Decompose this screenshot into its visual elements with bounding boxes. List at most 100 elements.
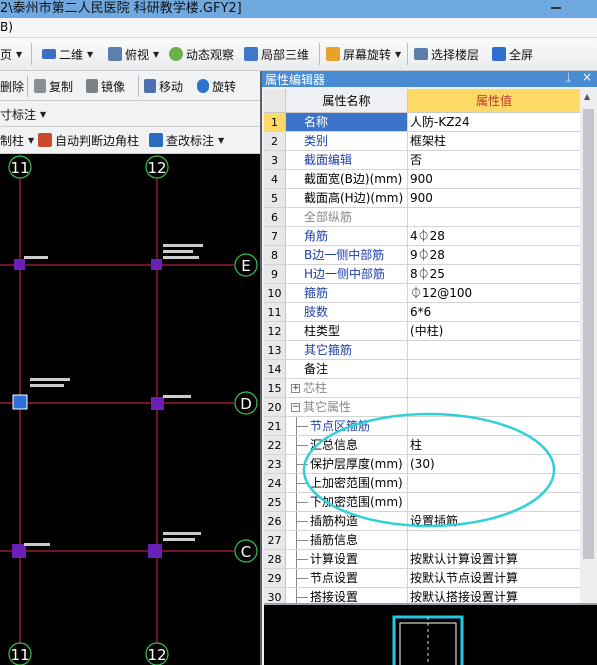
property-row[interactable]: 23 保护层厚度(mm) (30): [264, 455, 580, 474]
property-name[interactable]: 截面宽(B边)(mm): [286, 170, 408, 189]
column-button[interactable]: 制柱 ▼: [0, 129, 34, 151]
collapse-icon[interactable]: −: [291, 403, 300, 412]
annotate-button[interactable]: 寸标注 ▼: [0, 103, 46, 125]
copy-button[interactable]: 复制: [34, 75, 73, 97]
property-row[interactable]: 13 其它箍筋: [264, 341, 580, 360]
column-12-c[interactable]: [148, 544, 162, 558]
move-button[interactable]: 移动: [144, 75, 183, 97]
property-row[interactable]: 6 全部纵筋: [264, 208, 580, 227]
property-value[interactable]: [408, 208, 580, 227]
property-value[interactable]: 按默认节点设置计算: [408, 569, 580, 588]
local-3d-button[interactable]: 局部三维: [244, 43, 309, 65]
property-row[interactable]: 27 插筋信息: [264, 531, 580, 550]
property-name[interactable]: 截面编辑: [286, 151, 408, 170]
property-row[interactable]: 14 备注: [264, 360, 580, 379]
property-name[interactable]: 下加密范围(mm): [286, 493, 408, 512]
property-value[interactable]: 按默认计算设置计算: [408, 550, 580, 569]
expand-icon[interactable]: +: [291, 384, 300, 393]
minimize-button[interactable]: [538, 0, 576, 14]
property-value[interactable]: [408, 379, 580, 398]
property-name[interactable]: 角筋: [286, 227, 408, 246]
property-name[interactable]: 上加密范围(mm): [286, 474, 408, 493]
delete-button[interactable]: 删除: [0, 75, 24, 97]
top-view-button[interactable]: 俯视 ▼: [108, 43, 159, 65]
property-value[interactable]: 人防-KZ24: [408, 113, 580, 132]
dynamic-view-button[interactable]: 动态观察: [169, 43, 234, 65]
property-value[interactable]: [408, 531, 580, 550]
column-11-e[interactable]: [14, 259, 25, 270]
property-row[interactable]: 15 + 芯柱: [264, 379, 580, 398]
property-row[interactable]: 10 箍筋 ⏀12@100: [264, 284, 580, 303]
property-value[interactable]: [408, 493, 580, 512]
select-floor-button[interactable]: 选择楼层: [414, 43, 479, 65]
property-row[interactable]: 2 类别 框架柱: [264, 132, 580, 151]
view-2d-button[interactable]: 二维 ▼: [42, 43, 93, 65]
property-row[interactable]: 28 计算设置 按默认计算设置计算: [264, 550, 580, 569]
property-row[interactable]: 7 角筋 4⏀28: [264, 227, 580, 246]
property-name[interactable]: 汇总信息: [286, 436, 408, 455]
page-button[interactable]: 页 ▼: [0, 43, 22, 65]
vertical-scrollbar[interactable]: ▲ ▼: [580, 89, 597, 619]
property-value[interactable]: [408, 341, 580, 360]
scrollbar-thumb[interactable]: [583, 109, 594, 559]
auto-corner-button[interactable]: 自动判断边角柱: [38, 129, 139, 151]
property-value[interactable]: [408, 360, 580, 379]
property-name[interactable]: 箍筋: [286, 284, 408, 303]
property-name[interactable]: 保护层厚度(mm): [286, 455, 408, 474]
drawing-canvas[interactable]: 11 12 E D C 11 12: [0, 154, 260, 665]
property-name[interactable]: 全部纵筋: [286, 208, 408, 227]
property-value[interactable]: 6*6: [408, 303, 580, 322]
property-name[interactable]: H边一侧中部筋: [286, 265, 408, 284]
property-name[interactable]: 柱类型: [286, 322, 408, 341]
property-value[interactable]: [408, 398, 580, 417]
property-row[interactable]: 24 上加密范围(mm): [264, 474, 580, 493]
property-value[interactable]: 框架柱: [408, 132, 580, 151]
property-row[interactable]: 20− 其它属性: [264, 398, 580, 417]
property-row[interactable]: 8 B边一侧中部筋 9⏀28: [264, 246, 580, 265]
fullscreen-button[interactable]: 全屏: [492, 43, 533, 65]
property-name[interactable]: 备注: [286, 360, 408, 379]
mirror-button[interactable]: 镜像: [86, 75, 125, 97]
property-value[interactable]: [408, 417, 580, 436]
property-value[interactable]: 900: [408, 170, 580, 189]
column-header-name[interactable]: 属性名称: [286, 89, 408, 113]
property-name[interactable]: 其它箍筋: [286, 341, 408, 360]
pin-icon[interactable]: ᛣ: [565, 71, 572, 84]
property-name[interactable]: 计算设置: [286, 550, 408, 569]
screen-rotate-button[interactable]: 屏幕旋转 ▼: [326, 43, 401, 65]
property-name[interactable]: 插筋信息: [286, 531, 408, 550]
column-selected-kz24[interactable]: [12, 394, 28, 410]
property-value[interactable]: 9⏀28: [408, 246, 580, 265]
property-value[interactable]: 否: [408, 151, 580, 170]
property-name[interactable]: − 其它属性: [286, 398, 408, 417]
property-value[interactable]: 设置插筋: [408, 512, 580, 531]
property-name[interactable]: 截面高(H边)(mm): [286, 189, 408, 208]
property-name[interactable]: 插筋构造: [286, 512, 408, 531]
property-row[interactable]: 4 截面宽(B边)(mm) 900: [264, 170, 580, 189]
property-value[interactable]: (30): [408, 455, 580, 474]
property-name[interactable]: 类别: [286, 132, 408, 151]
property-name[interactable]: 肢数: [286, 303, 408, 322]
column-12-e[interactable]: [151, 259, 162, 270]
property-row[interactable]: 21 节点区箍筋: [264, 417, 580, 436]
property-row[interactable]: 25 下加密范围(mm): [264, 493, 580, 512]
property-name[interactable]: + 芯柱: [286, 379, 408, 398]
check-annot-button[interactable]: 查改标注 ▼: [149, 129, 224, 151]
property-name[interactable]: B边一侧中部筋: [286, 246, 408, 265]
property-value[interactable]: 900: [408, 189, 580, 208]
rotate-button[interactable]: 旋转: [197, 75, 236, 97]
property-row[interactable]: 11 肢数 6*6: [264, 303, 580, 322]
property-value[interactable]: [408, 474, 580, 493]
property-value[interactable]: ⏀12@100: [408, 284, 580, 303]
property-value[interactable]: 柱: [408, 436, 580, 455]
property-row[interactable]: 29 节点设置 按默认节点设置计算: [264, 569, 580, 588]
property-row[interactable]: 5 截面高(H边)(mm) 900: [264, 189, 580, 208]
column-12-d[interactable]: [151, 397, 164, 410]
property-row[interactable]: 22 汇总信息柱: [264, 436, 580, 455]
property-name[interactable]: 名称: [286, 113, 408, 132]
column-11-c[interactable]: [12, 544, 26, 558]
property-row[interactable]: 3 截面编辑 否: [264, 151, 580, 170]
property-row[interactable]: 1 名称 人防-KZ24: [264, 113, 580, 132]
property-row[interactable]: 26 插筋构造 设置插筋: [264, 512, 580, 531]
property-name[interactable]: 节点设置: [286, 569, 408, 588]
